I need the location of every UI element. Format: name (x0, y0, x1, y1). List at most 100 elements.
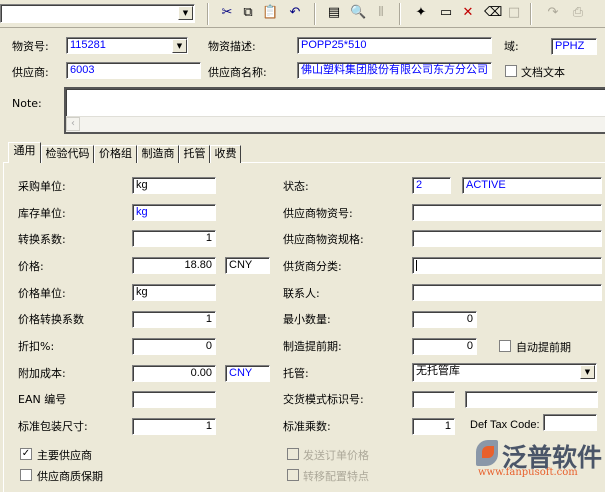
chevron-down-icon[interactable]: ▼ (580, 365, 595, 379)
desc-field[interactable]: POPP25*510 (297, 37, 492, 54)
supplier-name-field[interactable]: 佛山塑料集团股份有限公司东方分公司 (297, 62, 492, 79)
text-cursor (416, 260, 417, 271)
warranty-checkbox[interactable] (20, 469, 32, 481)
separator (530, 3, 532, 25)
auto-lead-checkbox[interactable] (499, 340, 511, 352)
desc-label: 物资描述: (208, 40, 256, 53)
paste-icon[interactable]: 📋 (262, 5, 278, 21)
undo-icon[interactable]: ↶ (287, 5, 303, 21)
mfg-lead-field[interactable]: 0 (412, 338, 477, 355)
consign-select[interactable]: 无托管库 (412, 363, 597, 382)
open-icon[interactable]: ▭ (438, 5, 454, 21)
additional-cost-currency-field[interactable]: CNY (225, 365, 270, 382)
tax-field[interactable] (543, 414, 597, 431)
supplier-label: 供应商: (12, 66, 49, 79)
main-supplier-checkbox[interactable]: ✓ (20, 448, 32, 460)
additional-cost-field[interactable]: 0.00 (132, 365, 216, 382)
status-code-field[interactable]: 2 (412, 177, 451, 194)
separator (207, 3, 209, 25)
conversion-factor-field[interactable]: 1 (132, 230, 216, 247)
separator (314, 3, 316, 25)
price-conversion-label: 价格转换系数 (18, 313, 84, 326)
price-conversion-field[interactable]: 1 (132, 311, 216, 328)
supplier-field[interactable]: 6003 (66, 62, 201, 79)
send-price-label: 发送订单价格 (303, 449, 369, 462)
redo-icon[interactable]: ↷ (545, 5, 561, 21)
supplier-class-field[interactable] (412, 257, 602, 274)
multiple-label: 标准乘数: (283, 420, 331, 433)
domain-label: 域: (504, 40, 519, 53)
new-icon[interactable]: ✦ (413, 5, 429, 21)
supplier-name-label: 供应商名称: (208, 66, 267, 79)
doc-text-label: 文档文本 (521, 66, 565, 79)
delivery-label: 交货模式标识号: (283, 393, 364, 406)
delivery-code-field[interactable] (412, 391, 455, 408)
ean-label: EAN 编号 (18, 393, 67, 406)
supplier-item-label: 供应商物资号: (283, 207, 353, 220)
delete-icon[interactable]: ✕ (460, 5, 476, 21)
separator (399, 3, 401, 25)
purchase-unit-field[interactable]: kg (132, 177, 216, 194)
conversion-factor-label: 转换系数: (18, 233, 66, 246)
supplier-spec-field[interactable] (412, 230, 602, 247)
properties-icon[interactable]: ▤ (326, 5, 342, 21)
scroll-left-icon[interactable]: ‹ (66, 117, 80, 131)
mfg-lead-label: 制造提前期: (283, 340, 342, 353)
tab-general[interactable]: 通用 (8, 142, 41, 163)
attach-icon[interactable]: ⫴ (373, 5, 389, 21)
blank-icon[interactable]: □ (506, 5, 522, 21)
tab-price-group[interactable]: 价格组 (94, 145, 137, 163)
chevron-down-icon[interactable]: ▼ (178, 6, 193, 20)
print-icon[interactable]: ⎙ (570, 5, 586, 21)
consign-label: 托管: (283, 367, 309, 380)
supplier-spec-label: 供应商物资规格: (283, 233, 364, 246)
min-qty-label: 最小数量: (283, 313, 331, 326)
min-qty-field[interactable]: 0 (412, 311, 477, 328)
discount-field[interactable]: 0 (132, 338, 216, 355)
item-no-label: 物资号: (12, 40, 49, 53)
tab-manufacturer[interactable]: 制造商 (137, 145, 179, 163)
price-unit-label: 价格单位: (18, 287, 66, 300)
std-pack-field[interactable]: 1 (132, 418, 216, 435)
note-label: Note: (12, 97, 42, 110)
tab-consignment[interactable]: 托管 (179, 145, 210, 163)
copy-icon[interactable]: ⧉ (240, 5, 256, 21)
discount-label: 折扣%: (18, 340, 55, 353)
note-scrollbar[interactable]: ‹ (66, 116, 605, 132)
toolbar-combo[interactable] (0, 4, 195, 23)
tab-charges[interactable]: 收费 (210, 145, 241, 163)
cut-icon[interactable]: ✂ (219, 5, 235, 21)
supplier-item-field[interactable] (412, 204, 602, 221)
item-no-field[interactable]: 115281 (66, 37, 188, 54)
supplier-class-label: 供货商分类: (283, 260, 342, 273)
std-pack-label: 标准包装尺寸: (18, 420, 88, 433)
main-supplier-label: 主要供应商 (37, 449, 92, 462)
stock-unit-label: 库存单位: (18, 207, 66, 220)
chevron-down-icon[interactable]: ▼ (172, 39, 187, 53)
ean-field[interactable] (132, 391, 216, 408)
auto-lead-label: 自动提前期 (516, 341, 571, 354)
tab-inspection-code[interactable]: 检验代码 (41, 145, 94, 163)
search-icon[interactable]: 🔍 (350, 5, 366, 21)
toolbar: ▼ ✂ ⧉ 📋 ↶ ▤ 🔍 ⫴ ✦ ▭ ✕ ⌫ □ ↷ ⎙ (0, 0, 605, 28)
warranty-label: 供应商质保期 (37, 470, 103, 483)
contact-field[interactable] (412, 284, 602, 301)
contact-label: 联系人: (283, 287, 320, 300)
stock-unit-field[interactable]: kg (132, 204, 216, 221)
doc-text-checkbox[interactable] (505, 65, 517, 77)
price-label: 价格: (18, 260, 44, 273)
tax-label: Def Tax Code: (470, 419, 540, 431)
transfer-config-label: 转移配置特点 (303, 470, 369, 483)
price-unit-field[interactable]: kg (132, 284, 216, 301)
send-price-checkbox[interactable] (287, 448, 299, 460)
delivery-desc-field[interactable] (465, 391, 598, 408)
domain-field[interactable]: PPHZ (551, 38, 597, 55)
purchase-unit-label: 采购单位: (18, 180, 66, 193)
transfer-config-checkbox[interactable] (287, 469, 299, 481)
watermark-url: www.fanpusoft.com (478, 467, 578, 478)
erase-icon[interactable]: ⌫ (484, 5, 502, 21)
price-field[interactable]: 18.80 (132, 257, 216, 274)
status-text-field[interactable]: ACTIVE (462, 177, 602, 194)
price-currency-field[interactable]: CNY (225, 257, 270, 274)
multiple-field[interactable]: 1 (412, 418, 455, 435)
